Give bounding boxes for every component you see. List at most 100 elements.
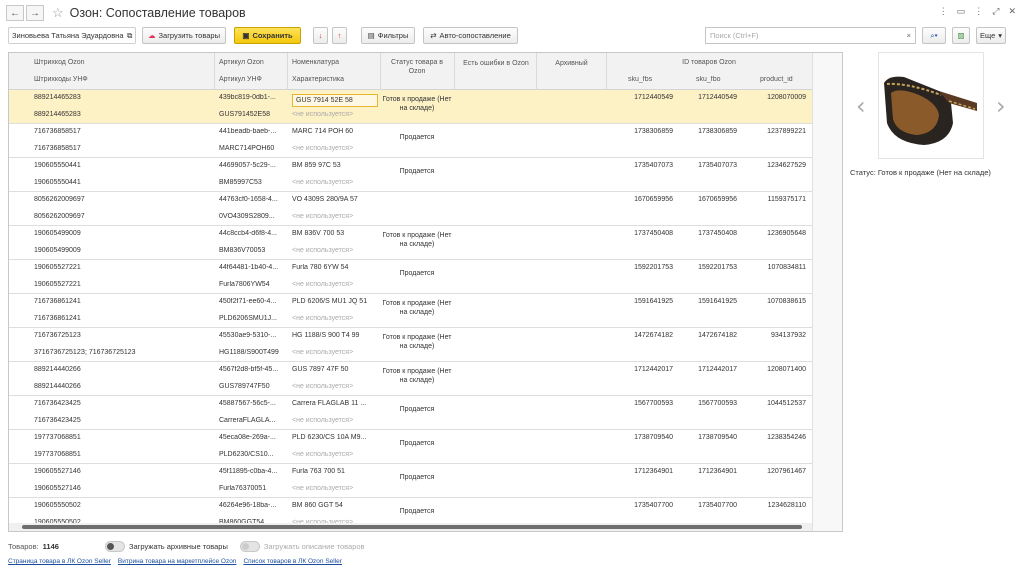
table-row[interactable]: 716736423425 716736423425 45887567-56c5-..… [9, 396, 812, 430]
table-row[interactable]: 197737068851 197737068851 45eca08e-269a-..… [9, 430, 812, 464]
sku-fbs-cell[interactable]: 1670659956 [609, 196, 673, 203]
barcodes-unf-cell[interactable]: 371673672512З; 716736725123 [34, 349, 136, 356]
product-id-cell[interactable]: 1237899221 [739, 128, 806, 135]
article-unf-cell[interactable]: 0VO4309S2809... [219, 213, 285, 220]
sku-fbo-cell[interactable]: 1737450408 [675, 230, 737, 237]
nomenclature-cell[interactable]: BM 859 97C 53 [292, 162, 378, 169]
characteristic-cell[interactable]: <не используется> [292, 179, 353, 186]
sku-fbs-cell[interactable]: 1735407073 [609, 162, 673, 169]
barcodes-unf-cell[interactable]: 889214465283 [34, 111, 81, 118]
print-icon[interactable]: ▭ [957, 6, 966, 17]
barcode-ozon-cell[interactable]: 716736858517 [34, 128, 81, 135]
sku-fbs-cell[interactable]: 1472674182 [609, 332, 673, 339]
status-cell[interactable]: Готов к продаже (Нет на складе) [382, 299, 452, 317]
article-ozon-cell[interactable]: 45eca08e-269a-... [219, 434, 285, 441]
sku-fbs-cell[interactable]: 1737450408 [609, 230, 673, 237]
sku-fbs-cell[interactable]: 1712442017 [609, 366, 673, 373]
article-ozon-cell[interactable]: 45887567-56c5-... [219, 400, 285, 407]
product-id-cell[interactable]: 1236905648 [739, 230, 806, 237]
archive-toggle[interactable] [104, 541, 125, 552]
table-row[interactable]: 190605527221 190605527221 44f64481-1b40-4.… [9, 260, 812, 294]
product-id-cell[interactable]: 1207961467 [739, 468, 806, 475]
menu-icon[interactable]: ⋮ [939, 6, 948, 17]
table-row[interactable]: 190605527146 190605527146 45f11895-c0ba-4.… [9, 464, 812, 498]
barcodes-unf-cell[interactable]: 716736423425 [34, 417, 81, 424]
horizontal-scrollbar[interactable] [9, 523, 812, 531]
sku-fbo-cell[interactable]: 1567700593 [675, 400, 737, 407]
article-unf-cell[interactable]: GUS791452E58 [219, 111, 285, 118]
image-button[interactable]: ▨ [952, 27, 970, 44]
product-id-cell[interactable]: 934137932 [739, 332, 806, 339]
col-product-id[interactable]: product_id [760, 76, 793, 83]
nomenclature-cell[interactable]: VO 4309S 280/9A 57 [292, 196, 378, 203]
article-ozon-cell[interactable]: 44f64481-1b40-4... [219, 264, 285, 271]
sku-fbs-cell[interactable]: 1567700593 [609, 400, 673, 407]
article-unf-cell[interactable]: HG1188/S900T499 [219, 349, 285, 356]
status-cell[interactable]: Продается [382, 439, 452, 448]
status-cell[interactable]: Готов к продаже (Нет на складе) [382, 95, 452, 113]
col-article-ozon[interactable]: Артикул Ozon [219, 59, 264, 66]
characteristic-cell[interactable]: <не используется> [292, 485, 353, 492]
characteristic-cell[interactable]: <не используется> [292, 383, 353, 390]
article-unf-cell[interactable]: CarreraFLAGLA... [219, 417, 285, 424]
col-barcodes-unf[interactable]: Штрихкоды УНФ [34, 76, 88, 83]
article-ozon-cell[interactable]: 439bc819-0db1-... [219, 94, 285, 101]
description-toggle[interactable] [239, 541, 260, 552]
barcodes-unf-cell[interactable]: 190605527146 [34, 485, 81, 492]
col-nomenclature[interactable]: Номенклатура [292, 59, 339, 66]
characteristic-cell[interactable]: <не используется> [292, 315, 353, 322]
status-cell[interactable]: Готов к продаже (Нет на складе) [382, 367, 452, 385]
barcodes-unf-cell[interactable]: 716736861241 [34, 315, 81, 322]
nomenclature-cell[interactable]: PLD 6206/S MU1 JQ 51 [292, 298, 378, 305]
article-ozon-cell[interactable]: 4567f2d8-bf5f-45... [219, 366, 285, 373]
nomenclature-cell[interactable]: BM 860 GGT 54 [292, 502, 378, 509]
status-cell[interactable]: Готов к продаже (Нет на складе) [382, 333, 452, 351]
sku-fbs-cell[interactable]: 1712440549 [609, 94, 673, 101]
products-table[interactable]: Штрихкод Ozon Штрихкоды УНФ Артикул Ozon… [8, 52, 843, 532]
sku-fbo-cell[interactable]: 1712442017 [675, 366, 737, 373]
barcode-ozon-cell[interactable]: 716736861241 [34, 298, 81, 305]
article-unf-cell[interactable]: GUS789747F50 [219, 383, 285, 390]
product-id-cell[interactable]: 1238354246 [739, 434, 806, 441]
status-cell[interactable]: Продается [382, 167, 452, 176]
sku-fbo-cell[interactable]: 1712440549 [675, 94, 737, 101]
barcode-ozon-cell[interactable]: 716736423425 [34, 400, 81, 407]
nomenclature-cell[interactable]: Carrera FLAGLAB 11 ... [292, 400, 378, 407]
favorite-star-icon[interactable]: ☆ [52, 5, 64, 21]
article-ozon-cell[interactable]: 44c8ccb4-d6f8-4... [219, 230, 285, 237]
characteristic-cell[interactable]: <не используется> [292, 451, 353, 458]
characteristic-cell[interactable]: <не используется> [292, 349, 353, 356]
col-barcode-ozon[interactable]: Штрихкод Ozon [34, 59, 85, 66]
article-unf-cell[interactable]: Furla76370051 [219, 485, 285, 492]
marketplace-link[interactable]: Витрина товара на маркетплейсе Ozon [118, 558, 237, 565]
nomenclature-cell[interactable]: Furla 780 6YW 54 [292, 264, 378, 271]
col-archive[interactable]: Архивный [538, 59, 605, 68]
search-dropdown-button[interactable]: ⌕▾ [922, 27, 946, 44]
col-sku-fbo[interactable]: sku_fbo [696, 76, 721, 83]
article-ozon-cell[interactable]: 45f11895-c0ba-4... [219, 468, 285, 475]
characteristic-cell[interactable]: <не используется> [292, 145, 353, 152]
back-button[interactable]: ← [6, 5, 24, 21]
load-goods-button[interactable]: ☁ Загрузить товары [142, 27, 226, 44]
user-field[interactable]: Зиновьева Татьяна Эдуардовна ⧉ [8, 27, 136, 44]
nomenclature-cell[interactable]: HG 1188/S 900 T4 99 [292, 332, 378, 339]
sku-fbs-cell[interactable]: 1712364901 [609, 468, 673, 475]
sku-fbo-cell[interactable]: 1592201753 [675, 264, 737, 271]
article-unf-cell[interactable]: MARC714POH60 [219, 145, 285, 152]
barcode-ozon-cell[interactable]: 716736725123 [34, 332, 81, 339]
table-row[interactable]: 889214440266 889214440266 4567f2d8-bf5f-45… [9, 362, 812, 396]
sku-fbs-cell[interactable]: 1735407700 [609, 502, 673, 509]
col-sku-fbs[interactable]: sku_fbs [628, 76, 652, 83]
product-id-cell[interactable]: 1159375171 [739, 196, 806, 203]
sku-fbo-cell[interactable]: 1712364901 [675, 468, 737, 475]
seller-list-link[interactable]: Список товаров в ЛК Ozon Seller [243, 558, 342, 565]
status-cell[interactable]: Готов к продаже (Нет на складе) [382, 231, 452, 249]
sku-fbo-cell[interactable]: 1738709540 [675, 434, 737, 441]
sku-fbo-cell[interactable]: 1670659956 [675, 196, 737, 203]
table-row[interactable]: 190605550441 190605550441 44699057-5c29-..… [9, 158, 812, 192]
more-button[interactable]: Еще ▾ [976, 27, 1006, 44]
barcode-ozon-cell[interactable]: 190605550441 [34, 162, 81, 169]
status-cell[interactable]: Продается [382, 133, 452, 142]
open-icon[interactable]: ⧉ [127, 31, 132, 41]
next-image-arrow[interactable]: › [996, 92, 1006, 120]
